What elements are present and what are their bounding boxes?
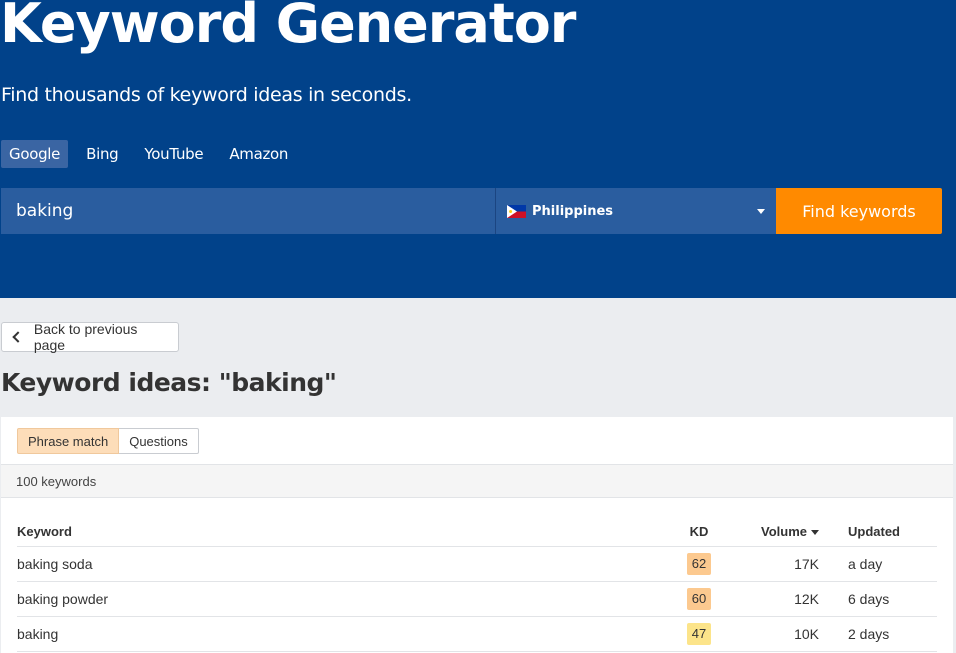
updated-cell: a day <box>848 556 883 572</box>
keyword-input[interactable] <box>1 188 495 234</box>
country-label: Philippines <box>532 203 614 219</box>
updated-cell: 6 days <box>848 591 890 607</box>
tab-phrase-match[interactable]: Phrase match <box>17 428 120 454</box>
kd-badge: 62 <box>687 553 711 575</box>
match-type-tabs: Phrase match Questions <box>17 428 199 454</box>
updated-cell: 2 days <box>848 626 890 642</box>
back-button[interactable]: Back to previous page <box>1 321 179 353</box>
find-keywords-button[interactable]: Find keywords <box>776 188 942 234</box>
keywords-table: Keyword KD Volume Updated baking soda 62… <box>17 517 937 652</box>
keyword-count: 100 keywords <box>16 473 97 489</box>
country-select[interactable]: Philippines <box>495 188 776 234</box>
table-row: baking soda 62 17K a day <box>17 547 937 582</box>
kd-badge: 47 <box>687 623 711 645</box>
chevron-down-icon <box>757 209 765 214</box>
keyword-cell[interactable]: baking soda <box>17 556 93 572</box>
kd-badge: 60 <box>687 588 711 610</box>
page-heading: Keyword Generator <box>0 0 576 55</box>
column-header-kd[interactable]: KD <box>687 524 711 539</box>
tab-google[interactable]: Google <box>1 140 69 168</box>
keyword-count-bar: 100 keywords <box>1 464 953 498</box>
keyword-cell[interactable]: baking <box>17 626 58 642</box>
search-bar: Philippines Find keywords <box>1 188 943 234</box>
search-engine-tabs: Google Bing YouTube Amazon <box>1 140 298 168</box>
column-header-volume-label: Volume <box>761 524 807 539</box>
sort-desc-icon <box>811 530 819 536</box>
table-row: baking powder 60 12K 6 days <box>17 582 937 617</box>
back-button-label: Back to previous page <box>33 321 138 353</box>
philippines-flag-icon <box>507 204 526 218</box>
tab-bing[interactable]: Bing <box>78 140 126 168</box>
table-header-row: Keyword KD Volume Updated <box>17 517 937 547</box>
results-panel: Phrase match Questions 100 keywords Keyw… <box>1 417 953 653</box>
column-header-keyword[interactable]: Keyword <box>17 524 72 539</box>
column-header-updated[interactable]: Updated <box>848 524 900 539</box>
chevron-left-icon <box>12 331 24 343</box>
volume-cell: 17K <box>794 556 819 572</box>
table-row: baking 47 10K 2 days <box>17 617 937 652</box>
volume-cell: 10K <box>794 626 819 642</box>
keyword-cell[interactable]: baking powder <box>17 591 108 607</box>
column-header-volume[interactable]: Volume <box>761 524 819 539</box>
tab-amazon[interactable]: Amazon <box>221 140 296 168</box>
tab-youtube[interactable]: YouTube <box>136 140 211 168</box>
volume-cell: 12K <box>794 591 819 607</box>
hero-header: Keyword Generator Find thousands of keyw… <box>0 0 956 298</box>
page-subheading: Find thousands of keyword ideas in secon… <box>1 84 412 106</box>
results-title: Keyword ideas: "baking" <box>1 368 337 397</box>
tab-questions[interactable]: Questions <box>119 428 199 454</box>
